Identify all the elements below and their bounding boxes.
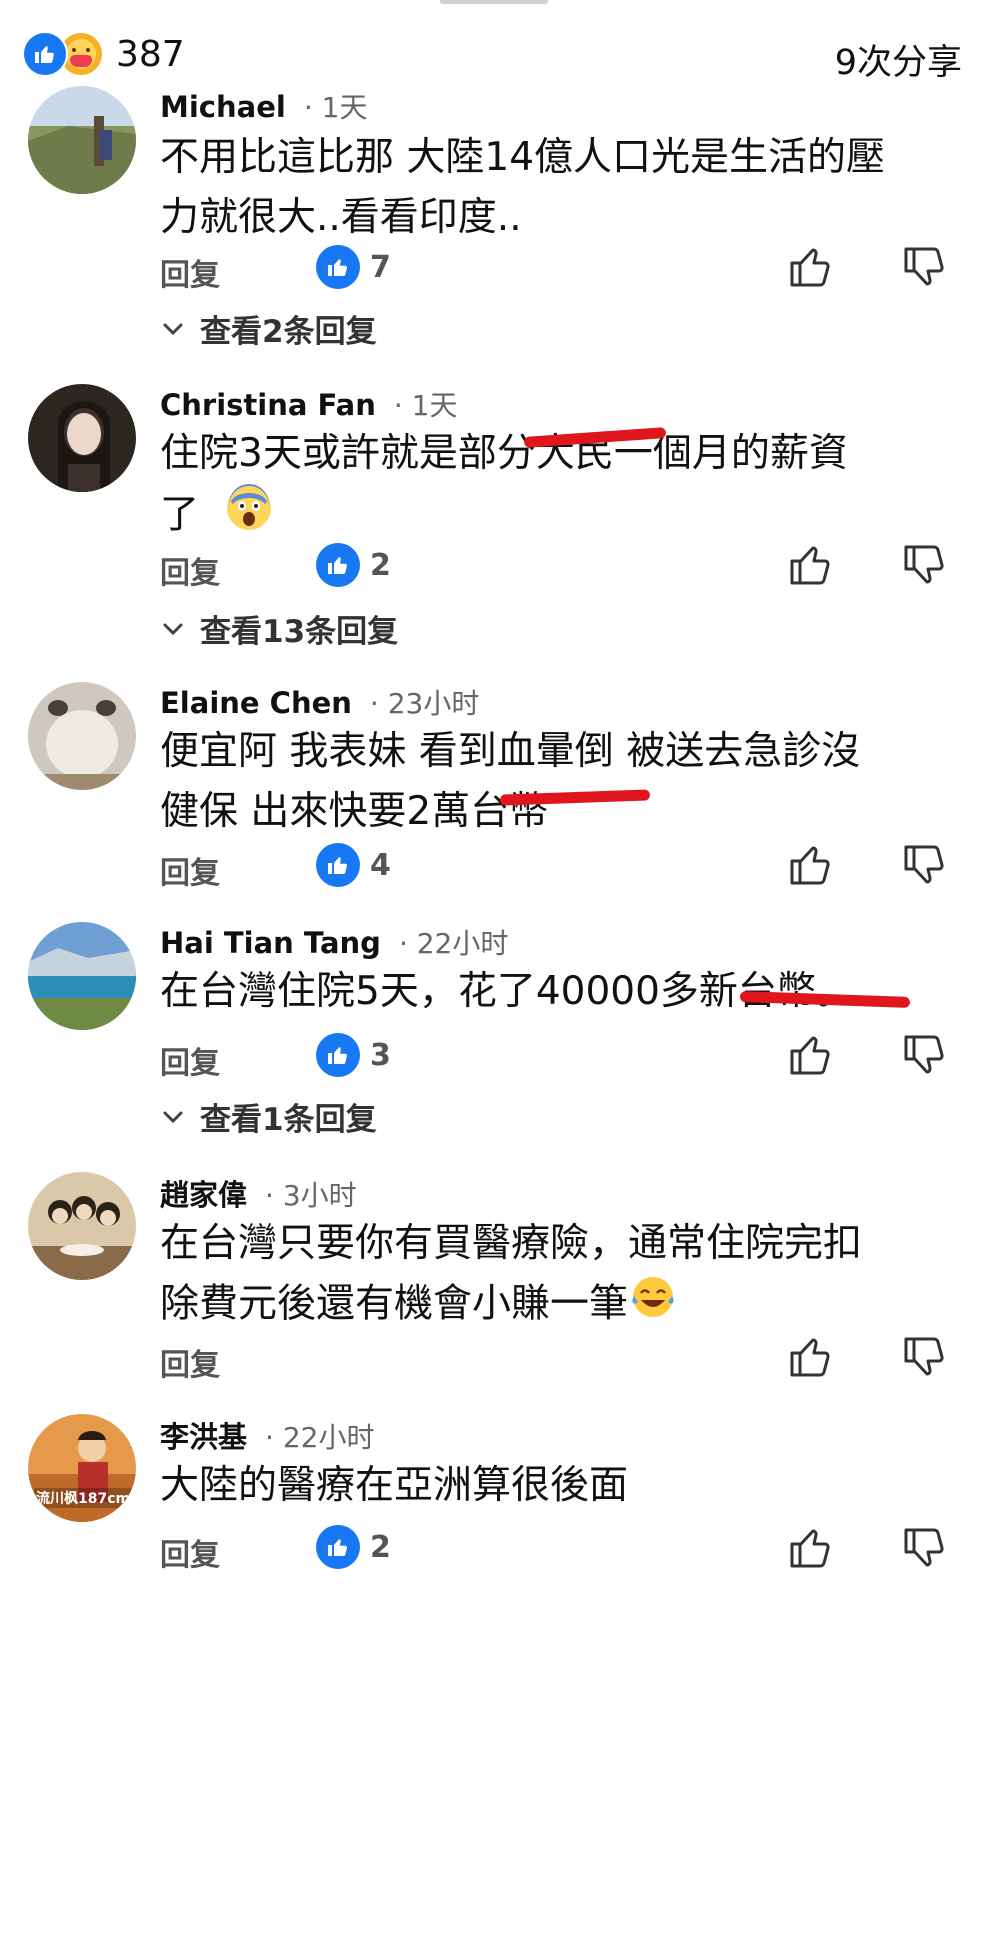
tears-of-joy-emoji-icon — [630, 1274, 676, 1338]
view-replies-label: 查看13条回复 — [200, 614, 399, 650]
like-reaction-icon — [22, 31, 68, 77]
like-count: 4 — [370, 848, 391, 883]
thumbs-down-icon[interactable] — [900, 243, 948, 291]
reply-button[interactable]: 回复 — [160, 548, 220, 592]
view-replies-label: 查看1条回复 — [200, 1102, 377, 1138]
comment-text-line: 不用比這比那 大陸14億人口光是生活的壓 — [160, 135, 886, 180]
chevron-down-icon — [163, 623, 183, 635]
avatar[interactable] — [28, 922, 136, 1030]
thumbs-down-icon[interactable] — [900, 1333, 948, 1381]
comment-time: · 22小时 — [398, 927, 509, 960]
view-replies-link[interactable]: 查看13条回复 — [160, 606, 398, 651]
comment-header: Elaine Chen · 23小时 — [160, 682, 479, 722]
reply-button[interactable]: 回复 — [160, 250, 220, 294]
reaction-count: 387 — [116, 33, 185, 75]
comment-text: 便宜阿 我表妹 看到血暈倒 被送去急診沒 健保 出來快要2萬台幣 — [160, 722, 950, 842]
view-replies-link[interactable]: 查看1条回复 — [160, 1094, 377, 1139]
like-count: 2 — [370, 548, 391, 583]
comment-text: 在台灣只要你有買醫療險，通常住院完扣 除費元後還有機會小賺一筆 — [160, 1214, 950, 1338]
comment-text-line: 在台灣住院5天，花了40000多新台幣。 — [160, 969, 855, 1014]
comment-time: · 22小时 — [265, 1421, 375, 1454]
comment-text: 不用比這比那 大陸14億人口光是生活的壓 力就很大..看看印度.. — [160, 128, 950, 248]
comment-text-line: 了 — [160, 492, 200, 538]
avatar[interactable] — [28, 1172, 136, 1280]
avatar[interactable] — [28, 384, 136, 492]
like-badge-icon — [316, 1033, 360, 1077]
comment-text-line: 住院3天或許就是部分大民一個月的薪資 — [160, 431, 848, 476]
comment-time: · 1天 — [393, 389, 458, 422]
reactions-header: 387 9次分享 — [0, 24, 988, 83]
comment-header: Michael · 1天 — [160, 86, 367, 126]
author-name[interactable]: Elaine Chen — [160, 686, 352, 720]
chevron-down-icon — [163, 323, 183, 335]
comment-header: 李洪基 · 22小时 — [160, 1414, 374, 1456]
comment-text-line: 除費元後還有機會小賺一筆 — [160, 1281, 629, 1327]
comment-text-line-with-emoji: 除費元後還有機會小賺一筆 — [160, 1274, 950, 1338]
like-count: 2 — [370, 1530, 391, 1565]
like-badge-icon — [316, 245, 360, 289]
reply-button[interactable]: 回复 — [160, 1340, 220, 1384]
avatar-caption: 流川枫187cm — [34, 1488, 133, 1508]
thumbs-down-icon[interactable] — [900, 541, 948, 589]
comment-text-line: 大陸的醫療在亞洲算很後面 — [160, 1463, 629, 1508]
reactions-summary[interactable]: 387 — [22, 31, 185, 77]
view-replies-label: 查看2条回复 — [200, 314, 377, 350]
thumbs-up-icon[interactable] — [786, 243, 834, 291]
comment-time: · 1天 — [303, 91, 368, 124]
fearful-face-emoji-icon — [225, 484, 273, 550]
author-name[interactable]: Hai Tian Tang — [160, 926, 381, 960]
comment-header: Hai Tian Tang · 22小时 — [160, 922, 508, 962]
reply-button[interactable]: 回复 — [160, 1038, 220, 1082]
comment-header: 趙家偉 · 3小时 — [160, 1172, 357, 1214]
comment-text-line: 在台灣只要你有買醫療險，通常住院完扣 — [160, 1221, 863, 1266]
avatar[interactable] — [28, 682, 136, 790]
comment-time: · 23小时 — [369, 687, 480, 720]
author-name[interactable]: Michael — [160, 90, 286, 124]
author-name[interactable]: 趙家偉 — [160, 1172, 247, 1214]
avatar[interactable]: 流川枫187cm — [28, 1414, 136, 1522]
reply-button[interactable]: 回复 — [160, 848, 220, 892]
view-replies-link[interactable]: 查看2条回复 — [160, 306, 377, 351]
comment-text-line: 健保 出來快要2萬台幣 — [160, 789, 549, 834]
author-name[interactable]: Christina Fan — [160, 388, 376, 422]
like-count: 7 — [370, 250, 391, 285]
comment-text: 在台灣住院5天，花了40000多新台幣。 — [160, 962, 950, 1022]
author-name[interactable]: 李洪基 — [160, 1414, 247, 1456]
chevron-down-icon — [163, 1111, 183, 1123]
thumbs-up-icon[interactable] — [786, 1031, 834, 1079]
avatar[interactable] — [28, 86, 136, 194]
thumbs-down-icon[interactable] — [900, 841, 948, 889]
comment-header: Christina Fan · 1天 — [160, 384, 458, 424]
comment-text-line: 便宜阿 我表妹 看到血暈倒 被送去急診沒 — [160, 729, 861, 774]
thumbs-up-icon[interactable] — [786, 841, 834, 889]
thumbs-up-icon[interactable] — [786, 1524, 834, 1572]
like-badge-icon — [316, 843, 360, 887]
comment-text: 大陸的醫療在亞洲算很後面 — [160, 1456, 950, 1516]
like-count: 3 — [370, 1038, 391, 1073]
comment-time: · 3小时 — [265, 1179, 357, 1212]
thumbs-down-icon[interactable] — [900, 1031, 948, 1079]
thumbs-up-icon[interactable] — [786, 1333, 834, 1381]
thumbs-up-icon[interactable] — [786, 541, 834, 589]
reply-button[interactable]: 回复 — [160, 1530, 220, 1574]
share-count[interactable]: 9次分享 — [835, 34, 962, 85]
drag-handle[interactable] — [440, 0, 548, 4]
like-badge-icon — [316, 543, 360, 587]
like-badge-icon — [316, 1525, 360, 1569]
thumbs-down-icon[interactable] — [900, 1524, 948, 1572]
comment-text-line: 力就很大..看看印度.. — [160, 195, 522, 240]
